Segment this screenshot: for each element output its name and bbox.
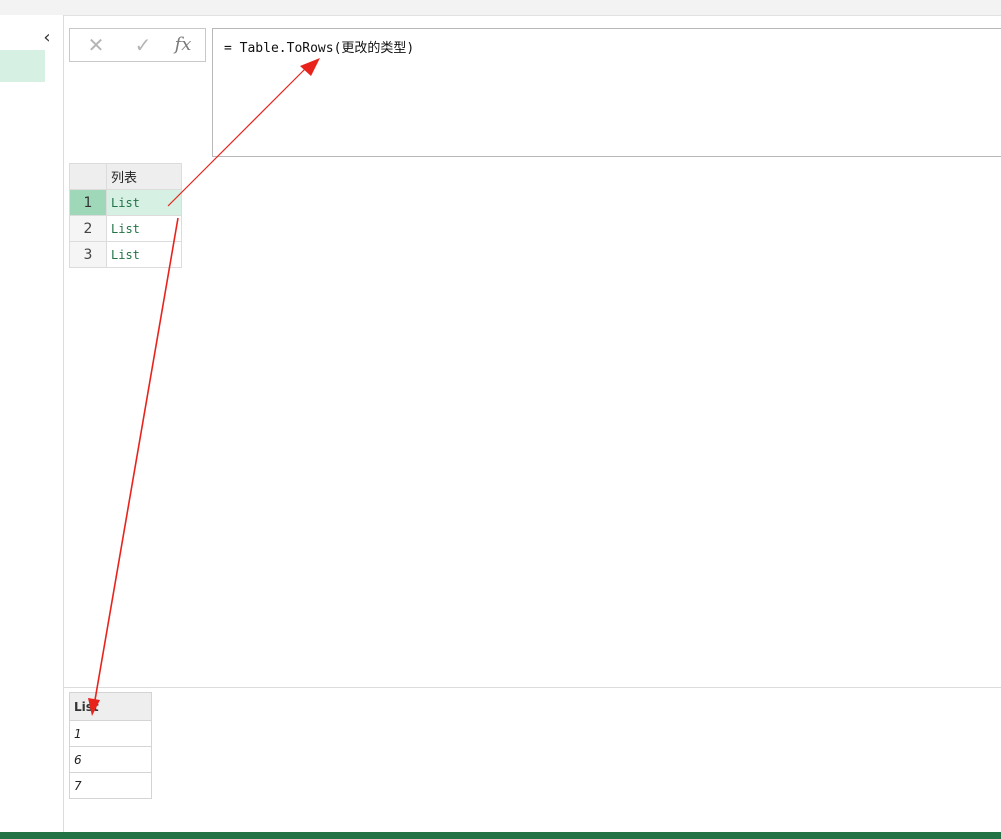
row-number[interactable]: 2	[69, 215, 107, 242]
queries-pane: ‹	[0, 15, 64, 832]
selected-query-item[interactable]	[0, 50, 45, 82]
annotation-arrow-line	[94, 217, 179, 701]
check-icon[interactable]: ✓	[130, 33, 156, 57]
list-item: 7	[69, 772, 152, 799]
preview-divider	[63, 687, 1001, 688]
table-row: 3 List	[69, 241, 182, 268]
preview-value: 6	[69, 746, 152, 773]
table-row: 1 List	[69, 189, 182, 216]
list-preview: List 1 6 7	[69, 692, 152, 799]
preview-header: List	[69, 692, 152, 721]
data-grid: 列表 1 List 2 List 3 List	[69, 163, 182, 268]
formula-text[interactable]: = Table.ToRows(更改的类型)	[224, 37, 414, 56]
top-bar	[0, 0, 1001, 16]
row-number[interactable]: 1	[69, 189, 107, 216]
list-item: 6	[69, 746, 152, 773]
grid-corner[interactable]	[69, 163, 107, 190]
fx-icon[interactable]: fx	[170, 33, 196, 57]
list-cell[interactable]: List	[106, 215, 182, 242]
chevron-left-icon[interactable]: ‹	[38, 27, 56, 49]
preview-value: 7	[69, 772, 152, 799]
formula-editor[interactable]: = Table.ToRows(更改的类型)	[212, 28, 1001, 157]
list-cell[interactable]: List	[106, 189, 182, 216]
list-cell[interactable]: List	[106, 241, 182, 268]
preview-value: 1	[69, 720, 152, 747]
row-number[interactable]: 3	[69, 241, 107, 268]
table-row: 2 List	[69, 215, 182, 242]
formula-actions: ✕ ✓ fx	[69, 28, 206, 62]
cancel-icon[interactable]: ✕	[83, 33, 109, 57]
column-header[interactable]: 列表	[106, 163, 182, 190]
list-item: 1	[69, 720, 152, 747]
status-bar	[0, 832, 1001, 839]
